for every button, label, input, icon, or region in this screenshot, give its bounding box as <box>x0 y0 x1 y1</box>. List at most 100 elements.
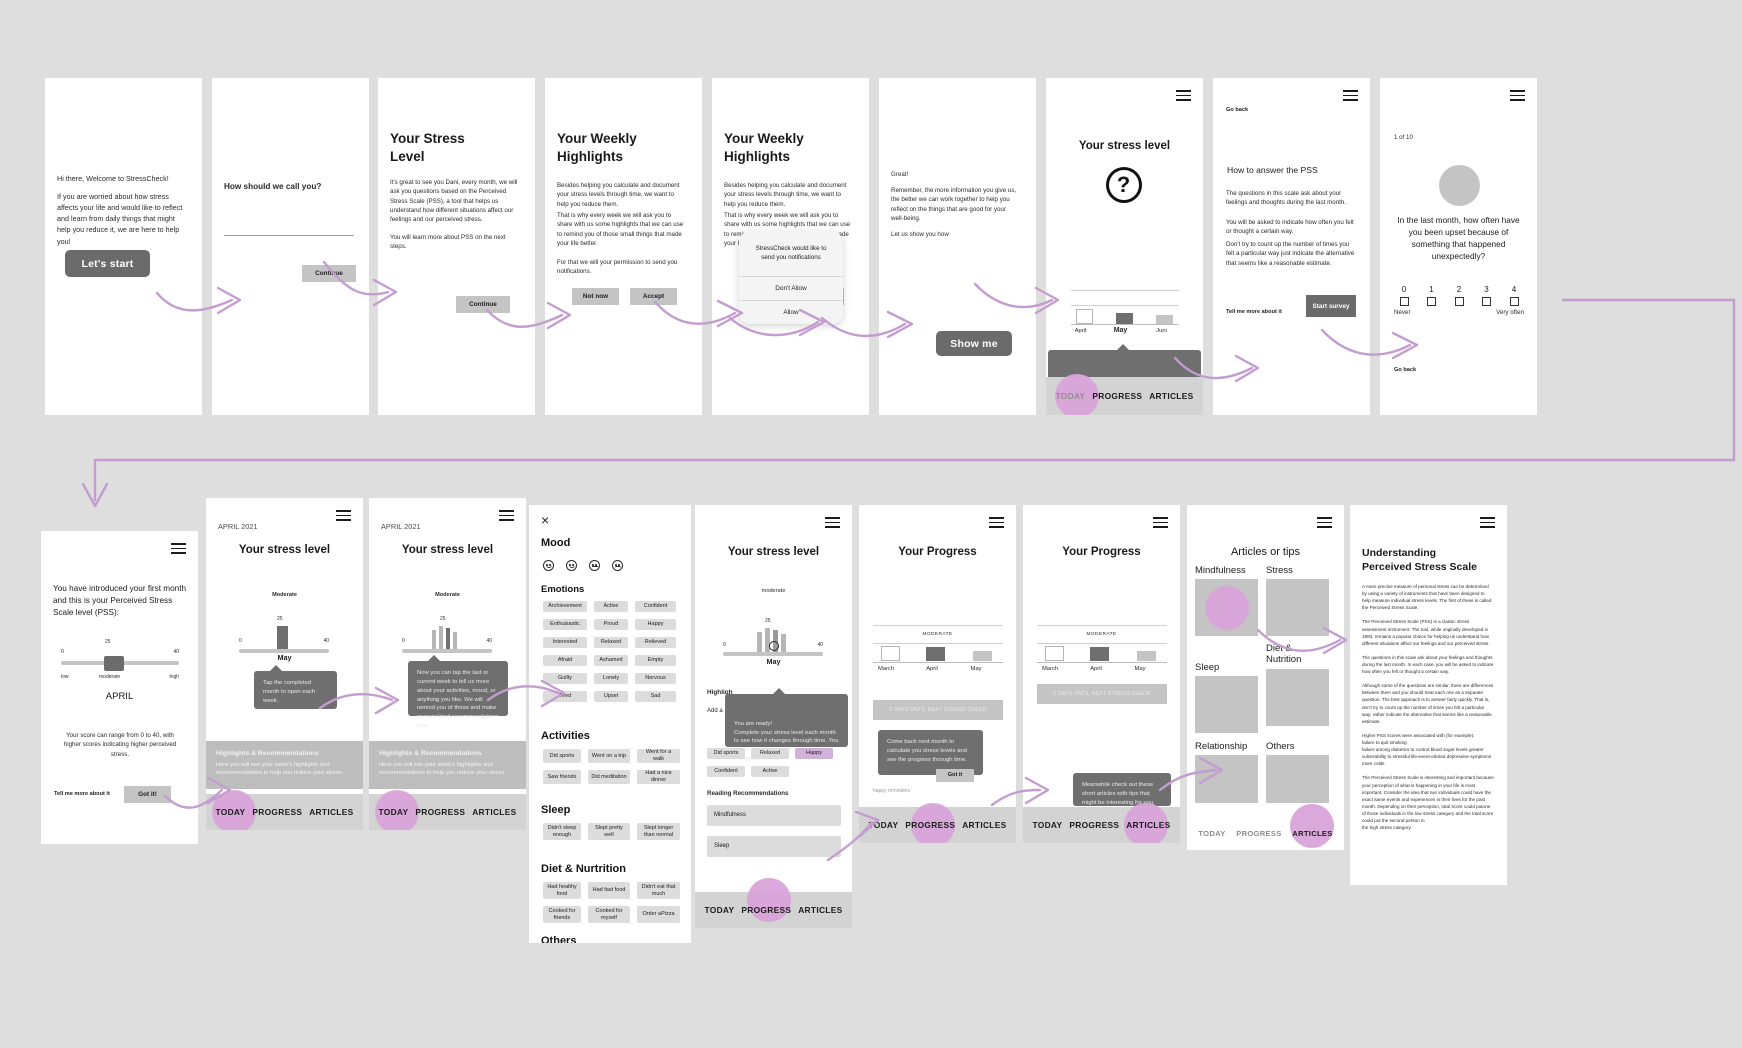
week-bar-4[interactable] <box>453 632 457 650</box>
scale-checkbox-0[interactable] <box>1399 297 1409 306</box>
activity-pill[interactable]: Saw friends <box>543 770 581 784</box>
dialog-allow-button[interactable]: Allow <box>739 299 843 324</box>
week-bar-1[interactable] <box>757 632 762 653</box>
tab-articles[interactable]: ARTICLES <box>962 820 1006 830</box>
scale-checkbox-2[interactable] <box>1454 297 1464 306</box>
bar-april[interactable] <box>1090 647 1109 661</box>
bar-april[interactable] <box>1076 309 1093 324</box>
menu-icon[interactable] <box>1176 90 1191 101</box>
emotion-pill[interactable]: Enthusiastic <box>543 619 587 630</box>
highlights-band[interactable]: Highlights & Recommendations Here you wi… <box>369 741 526 789</box>
tell-me-more-link[interactable]: Tell me more about it <box>1226 309 1282 315</box>
survey-go-back-link[interactable]: Go back <box>1394 367 1416 373</box>
accept-button[interactable]: Accept <box>630 288 677 305</box>
tooltip-got-it-button[interactable]: Got it <box>936 768 974 782</box>
diet-pill[interactable]: Had fast food <box>588 882 630 899</box>
tab-articles[interactable]: ARTICLES <box>798 905 842 915</box>
emotion-pill[interactable]: Afraid <box>543 655 587 666</box>
menu-icon[interactable] <box>336 510 351 521</box>
activity-pill[interactable]: Did meditation <box>588 770 630 784</box>
highlights-band[interactable]: Highlights & Recommendations Here you wi… <box>206 741 363 789</box>
menu-icon[interactable] <box>1317 517 1332 528</box>
menu-icon[interactable] <box>989 517 1004 528</box>
tab-today[interactable]: TODAY <box>215 807 245 817</box>
menu-icon[interactable] <box>1343 90 1358 101</box>
article-thumb-diet[interactable] <box>1266 668 1329 726</box>
bar-may[interactable] <box>1116 313 1133 324</box>
activity-pill[interactable]: Went for a walk <box>637 749 680 763</box>
sleep-pill[interactable]: Didn't sleep enough <box>543 823 581 840</box>
dialog-deny-button[interactable]: Don't Allow <box>739 275 843 300</box>
emotion-pill[interactable]: Upset <box>594 691 628 702</box>
show-me-button[interactable]: Show me <box>936 331 1012 356</box>
article-thumb-mindfulness[interactable] <box>1195 579 1258 636</box>
neutral-face-icon[interactable] <box>589 560 600 571</box>
reading-item[interactable]: Mindfulness <box>707 805 841 826</box>
article-thumb-stress[interactable] <box>1266 579 1329 636</box>
week-bar-2[interactable] <box>439 626 443 650</box>
activity-pill[interactable]: Did sports <box>543 749 581 763</box>
diet-pill[interactable]: Cooked for friends <box>543 906 581 923</box>
menu-icon[interactable] <box>1510 90 1525 101</box>
menu-icon[interactable] <box>825 517 840 528</box>
activity-pill[interactable]: Had a nice dinner <box>637 770 680 784</box>
got-it-button[interactable]: Got it! <box>124 786 171 803</box>
start-survey-button[interactable]: Start survey <box>1306 295 1356 317</box>
week-chip[interactable]: Confident <box>707 766 745 777</box>
tab-today[interactable]: TODAY <box>868 820 898 830</box>
tab-progress[interactable]: PROGRESS <box>741 905 791 915</box>
emotion-pill[interactable]: Relaxed <box>594 637 628 648</box>
bar-juni[interactable] <box>1156 315 1173 324</box>
tab-today[interactable]: TODAY <box>1055 391 1085 401</box>
bar-march[interactable] <box>1045 646 1064 661</box>
tab-today[interactable]: TODAY <box>704 905 734 915</box>
emotion-pill[interactable]: Tired <box>543 691 587 702</box>
activity-pill[interactable]: Went on a trip <box>588 749 630 763</box>
menu-icon[interactable] <box>1480 517 1495 528</box>
emotion-pill[interactable]: Archievement <box>543 601 587 612</box>
bar-may-tall[interactable] <box>277 626 288 650</box>
bar-april[interactable] <box>926 647 945 661</box>
scale-checkbox-3[interactable] <box>1482 297 1491 306</box>
first-pss-tell-me-more-link[interactable]: Tell me more about it <box>54 791 110 797</box>
emotion-pill[interactable]: Happy <box>635 619 676 630</box>
week-add-row[interactable]: Add a <box>707 707 723 716</box>
tab-articles[interactable]: ARTICLES <box>1126 820 1170 830</box>
diet-pill[interactable]: Order aPizza <box>637 906 680 923</box>
emotion-pill[interactable]: Active <box>594 601 628 612</box>
tab-progress[interactable]: PROGRESS <box>1092 391 1142 401</box>
scale-checkbox-1[interactable] <box>1427 297 1436 306</box>
tab-progress[interactable]: PROGRESS <box>415 807 465 817</box>
lets-start-button[interactable]: Let's start <box>65 250 150 277</box>
name-input[interactable] <box>224 220 354 236</box>
diet-pill[interactable]: Didn't eat that much <box>637 882 680 899</box>
tab-articles[interactable]: ARTICLES <box>1292 829 1332 838</box>
emotion-pill[interactable]: Lonely <box>594 673 628 684</box>
week-bar-1[interactable] <box>432 630 436 650</box>
tab-progress[interactable]: PROGRESS <box>252 807 302 817</box>
tab-today[interactable]: TODAY <box>378 807 408 817</box>
emotion-pill[interactable]: Relieved <box>635 637 676 648</box>
close-icon[interactable]: × <box>541 513 549 527</box>
tab-progress[interactable]: PROGRESS <box>1069 820 1119 830</box>
menu-icon[interactable] <box>1153 517 1168 528</box>
emotion-pill[interactable]: Confident <box>635 601 676 612</box>
emotion-pill[interactable]: Empty <box>635 655 676 666</box>
emotion-pill[interactable]: Nervous <box>635 673 676 684</box>
diet-pill[interactable]: Had healthy food <box>543 882 581 899</box>
week-chip[interactable]: Happy <box>795 748 833 759</box>
week-bar-3[interactable] <box>446 628 450 650</box>
reading-item[interactable]: Sleep <box>707 836 841 857</box>
diet-pill[interactable]: Cooked for myself <box>588 906 630 923</box>
article-thumb-sleep[interactable] <box>1195 676 1258 733</box>
tab-today[interactable]: TODAY <box>1032 820 1062 830</box>
article-thumb-relationship[interactable] <box>1195 755 1258 803</box>
week-chip[interactable]: Relaxed <box>751 748 789 759</box>
tab-progress[interactable]: PROGRESS <box>905 820 955 830</box>
slider-knob[interactable] <box>104 656 124 671</box>
smile-face-icon[interactable] <box>566 560 577 571</box>
tab-articles[interactable]: ARTICLES <box>472 807 516 817</box>
article-thumb-others[interactable] <box>1266 755 1329 803</box>
tab-articles[interactable]: ARTICLES <box>1149 391 1193 401</box>
week-chip[interactable]: Active <box>751 766 789 777</box>
